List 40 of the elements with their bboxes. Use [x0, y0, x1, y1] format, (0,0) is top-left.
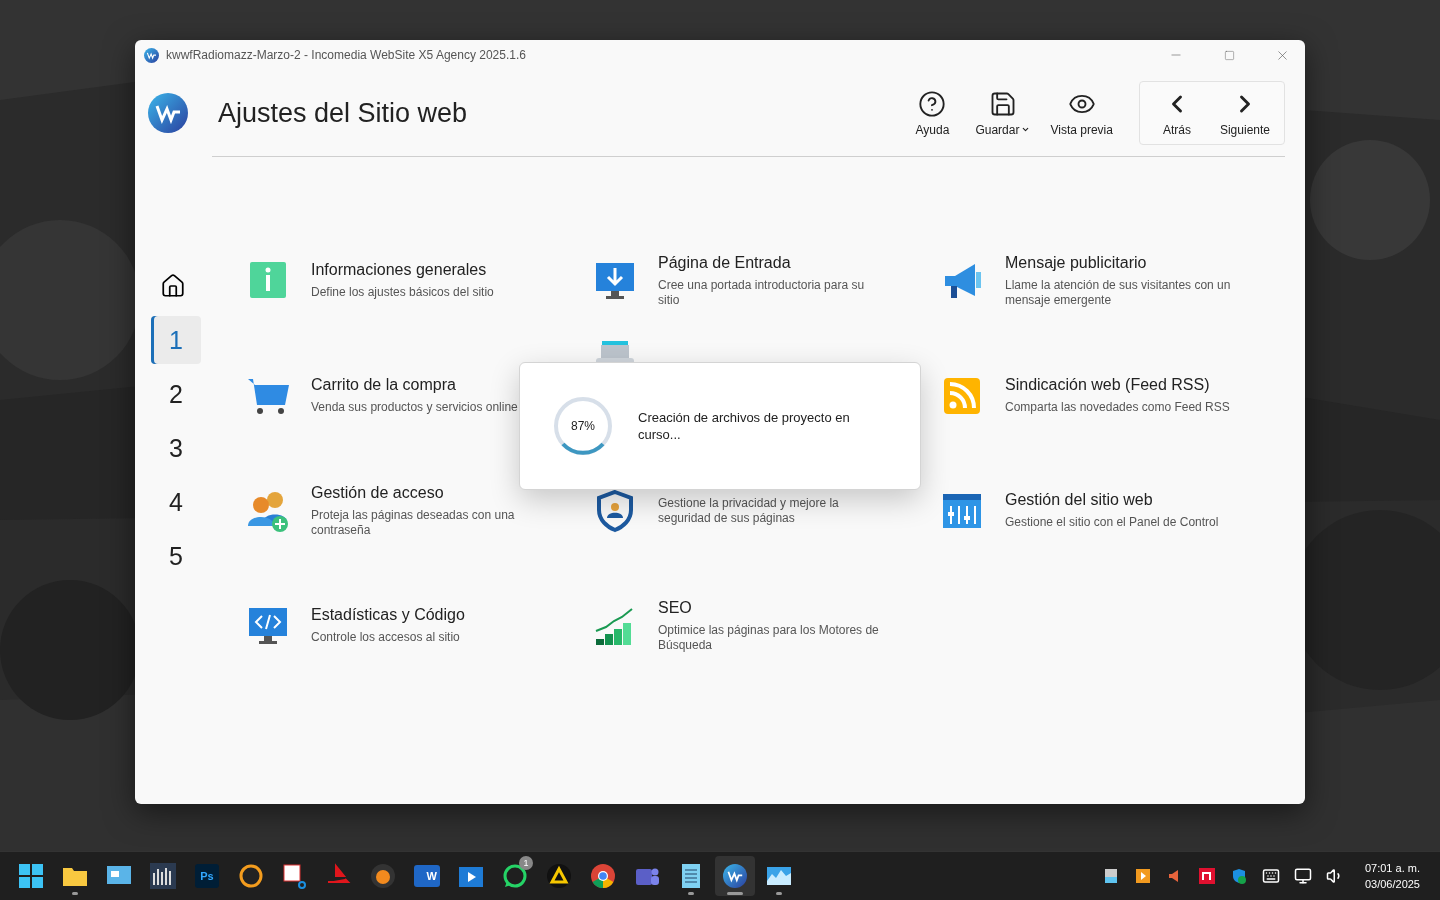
step-tab[interactable]: 2 [151, 370, 201, 418]
category-description: Llame la atención de sus visitantes con un mensaje emergente [1005, 277, 1232, 308]
category-title[interactable]: SEO [658, 598, 888, 617]
toolbar-button[interactable]: Ayuda [899, 85, 966, 141]
category-title[interactable]: Mensaje publicitario [1005, 253, 1235, 272]
category-description: Venda sus productos y servicios online [311, 400, 519, 415]
taskbar-app[interactable]: 1 [495, 856, 535, 896]
category-description: Proteja las páginas deseadas con una contraseña [311, 507, 516, 538]
category-description: Optimice las páginas para los Motores de Búsqueda [658, 622, 880, 653]
category-title[interactable]: Gestión de acceso [311, 483, 541, 502]
nav-button[interactable]: Atrás [1143, 85, 1210, 141]
clock-date[interactable]: 03/06/2025 [1364, 878, 1420, 890]
step-tab[interactable]: 1 [151, 316, 201, 364]
category-description: Controle los accesos al sitio [311, 630, 461, 645]
progress-message: Creación de archivos de proyecto en curso... [638, 409, 851, 443]
category-description: Define los ajustes básicos del sitio [311, 285, 495, 300]
toolbar-button[interactable]: Guardar [965, 85, 1041, 141]
clock-time[interactable]: 07:01 a. m. [1364, 862, 1420, 874]
category-description: Gestione el sitio con el Panel de Control [1005, 515, 1220, 530]
category-title[interactable]: Informaciones generales [311, 261, 541, 279]
category-description: Gestione la privacidad y mejore la seguridad de sus páginas [658, 495, 840, 526]
category-description: Comparta las novedades como Feed RSS [1005, 400, 1231, 415]
step-tab[interactable]: 4 [151, 478, 201, 526]
progress-percent: 87% [571, 419, 595, 433]
category-title[interactable]: Gestión del sitio web [1005, 491, 1235, 509]
photoshop-icon: Ps [195, 864, 219, 888]
taskbar-app[interactable]: Ps [187, 856, 227, 896]
category-description: Cree una portada introductoria para su sitio [658, 277, 866, 308]
toolbar-button[interactable]: Vista previa [1040, 85, 1123, 141]
notification-badge: 1 [519, 856, 533, 870]
step-tab[interactable]: 3 [151, 424, 201, 472]
page-title: Ajustes del Sitio web [218, 97, 469, 129]
window-title: kwwfRadiomazz-Marzo-2 - Incomedia WebSite X5 Agency 2025.1.6 [166, 48, 527, 62]
category-title[interactable]: Estadísticas y Código [311, 606, 541, 624]
category-title[interactable]: Sindicación web (Feed RSS) [1005, 376, 1235, 394]
step-tab[interactable]: 5 [151, 532, 201, 580]
category-title[interactable]: Página de Entrada [658, 253, 888, 272]
nav-button[interactable]: Siguiente [1209, 85, 1280, 141]
word-icon: W [414, 865, 440, 887]
taskbar-app[interactable]: W [407, 856, 447, 896]
